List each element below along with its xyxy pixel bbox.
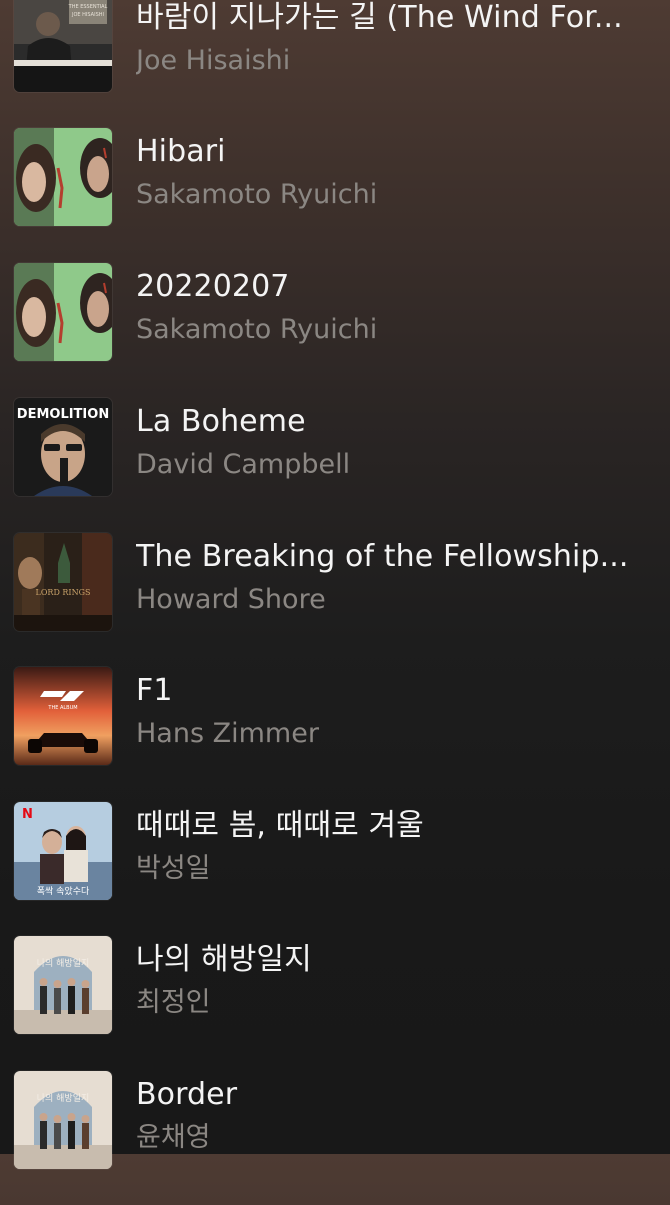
album-artwork [14, 128, 112, 226]
song-row[interactable]: Hibari Sakamoto Ryuichi [0, 128, 670, 262]
lotr-album-art-icon: LORD RINGS [14, 533, 112, 631]
song-title: Hibari [136, 134, 226, 169]
song-title: Border [136, 1077, 238, 1112]
svg-text:THE ESSENTIAL: THE ESSENTIAL [68, 4, 108, 10]
artwork-text: 폭싹 속았수다 [37, 885, 90, 897]
drama-arch-album-art-icon: 나의 해방일지 [14, 1071, 112, 1169]
svg-text:JOE HISAISHI: JOE HISAISHI [71, 12, 104, 18]
song-title: 20220207 [136, 269, 290, 304]
face-green-album-art-icon [14, 128, 112, 226]
netflix-drama-album-art-icon: N 폭싹 속았수다 [14, 802, 112, 900]
song-title: 때때로 봄, 때때로 겨울 [136, 808, 424, 843]
song-row[interactable]: THE ESSENTIAL JOE HISAISHI 바람이 지나가는 길 (T… [0, 0, 670, 128]
artwork-text: LORD RINGS [36, 588, 91, 597]
artwork-text: 나의 해방일지 [37, 958, 90, 969]
song-artist: 윤채영 [136, 1122, 211, 1153]
artwork-text: DEMOLITION [17, 407, 109, 422]
album-artwork: 나의 해방일지 [14, 1071, 112, 1169]
song-artist: David Campbell [136, 449, 351, 480]
song-row[interactable]: 나의 해방일지 Border 윤채영 [0, 1071, 670, 1205]
song-title: 바람이 지나가는 길 (The Wind For... [136, 0, 623, 35]
song-artist: 최정인 [136, 987, 211, 1018]
album-artwork: LORD RINGS [14, 533, 112, 631]
song-title: 나의 해방일지 [136, 942, 312, 977]
svg-text:N: N [22, 807, 33, 822]
demolition-album-art-icon: DEMOLITION [14, 398, 112, 496]
face-green-album-art-icon [14, 263, 112, 361]
album-artwork: 나의 해방일지 [14, 936, 112, 1034]
drama-arch-album-art-icon: 나의 해방일지 [14, 936, 112, 1034]
song-artist: Howard Shore [136, 584, 326, 615]
album-artwork: N 폭싹 속았수다 [14, 802, 112, 900]
album-artwork: THE ESSENTIAL JOE HISAISHI [14, 0, 112, 92]
song-row[interactable]: N 폭싹 속았수다 때때로 봄, 때때로 겨울 박성일 [0, 802, 670, 936]
album-artwork [14, 263, 112, 361]
artwork-text: THE ALBUM [47, 705, 77, 711]
album-artwork: DEMOLITION [14, 398, 112, 496]
song-row[interactable]: THE ALBUM F1 Hans Zimmer [0, 667, 670, 801]
song-artist: Sakamoto Ryuichi [136, 179, 378, 210]
song-row[interactable]: 20220207 Sakamoto Ryuichi [0, 263, 670, 397]
song-row[interactable]: LORD RINGS The Breaking of the Fellowshi… [0, 533, 670, 667]
song-title: F1 [136, 673, 173, 708]
song-title: La Boheme [136, 404, 306, 439]
song-row[interactable]: DEMOLITION La Boheme David Campbell [0, 398, 670, 532]
album-artwork: THE ALBUM [14, 667, 112, 765]
song-artist: Hans Zimmer [136, 718, 319, 749]
piano-album-art-icon: THE ESSENTIAL JOE HISAISHI [14, 0, 112, 92]
artwork-text: 나의 해방일지 [37, 1093, 90, 1104]
song-artist: 박성일 [136, 853, 211, 884]
song-artist: Joe Hisaishi [136, 45, 291, 76]
song-row[interactable]: 나의 해방일지 나의 해방일지 최정인 [0, 936, 670, 1070]
f1-album-art-icon: THE ALBUM [14, 667, 112, 765]
song-artist: Sakamoto Ryuichi [136, 314, 378, 345]
song-title: The Breaking of the Fellowship... [136, 539, 629, 574]
